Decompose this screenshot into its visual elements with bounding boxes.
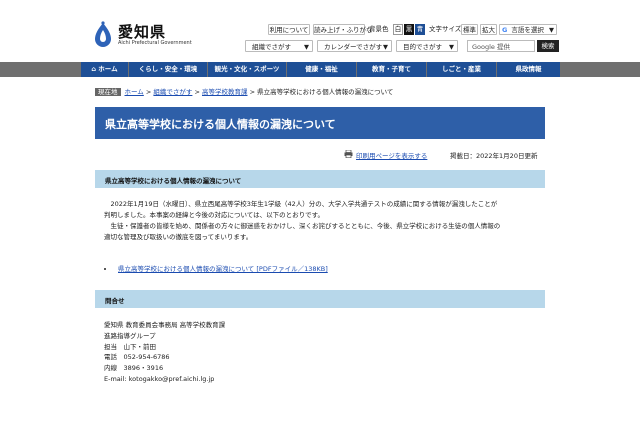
chevron-down-icon: ▼	[304, 43, 309, 51]
page-title: 県立高等学校における個人情報の漏洩について	[105, 118, 336, 131]
pdf-download-link[interactable]: 県立高等学校における個人情報の漏洩について [PDFファイル／138KB]	[118, 265, 328, 273]
section-heading: 県立高等学校における個人情報の漏洩について	[105, 177, 242, 185]
purpose-search-button[interactable]: 目的でさがす ▼	[396, 40, 458, 52]
language-select[interactable]: G 言語を選択 ▼	[499, 24, 557, 35]
google-g-icon: G	[502, 26, 508, 34]
breadcrumb-division-link[interactable]: 高等学校教育課	[202, 88, 248, 96]
contact-heading: 問合せ	[105, 297, 125, 305]
contact-email[interactable]: E-mail: kotogakko@pref.aichi.lg.jp	[104, 374, 225, 385]
chevron-down-icon: ▼	[383, 43, 388, 51]
contact-group: 進路指導グループ	[104, 331, 156, 340]
home-icon: ⌂	[91, 65, 97, 73]
nav-item-health[interactable]: 健康・福祉	[287, 62, 357, 77]
breadcrumb-separator: >	[247, 88, 258, 96]
search-button[interactable]: 検索	[537, 40, 559, 52]
pdf-list-item: 県立高等学校における個人情報の漏洩について [PDFファイル／138KB]	[104, 263, 328, 273]
calendar-search-button[interactable]: カレンダーでさがす ▼	[317, 40, 392, 52]
contact-phone: 電話 052-954-6786	[104, 353, 170, 362]
bullet-icon	[104, 268, 106, 270]
page-title-bar: 県立高等学校における個人情報の漏洩について	[95, 107, 545, 139]
nav-item-home[interactable]: ⌂ ホーム	[81, 62, 129, 77]
bg-white-button[interactable]: 白	[393, 24, 403, 35]
updated-date: 掲載日：2022年1月20日更新	[450, 152, 538, 160]
font-large-button[interactable]: 拡大	[480, 24, 497, 35]
nav-item-label: ホーム	[98, 65, 118, 73]
breadcrumb: 現在地 ホーム > 組織でさがす > 高等学校教育課 > 県立高等学校における個人…	[95, 88, 393, 96]
paragraph-line: 適切な管理及び取扱いの徹底を図ってまいります。	[104, 233, 253, 241]
contact-info: 愛知県 教育委員会事務局 高等学校教育課 進路指導グループ 担当 山下・前田 電…	[104, 320, 225, 385]
font-size-label: 文字サイズ	[429, 25, 462, 33]
nav-item-tourism[interactable]: 観光・文化・スポーツ	[208, 62, 287, 77]
calendar-search-label: カレンダーでさがす	[324, 43, 383, 51]
print-page-link[interactable]: 印刷用ページを表示する	[356, 150, 427, 160]
section-heading-bar: 県立高等学校における個人情報の漏洩について	[95, 170, 545, 188]
breadcrumb-current: 県立高等学校における個人情報の漏洩について	[257, 88, 394, 96]
usage-link[interactable]: 利用について	[268, 24, 310, 35]
purpose-search-label: 目的でさがす	[403, 43, 442, 51]
body-paragraph-2: 生徒・保護者の皆様を始め、関係者の方々に御迷惑をおかけし、深くお詫びするとともに…	[104, 221, 500, 243]
breadcrumb-separator: >	[192, 88, 202, 96]
organization-search-button[interactable]: 組織でさがす ▼	[245, 40, 313, 52]
chevron-down-icon: ▼	[449, 43, 454, 51]
site-header: 愛知県 Aichi Prefectural Government 利用について …	[0, 18, 640, 60]
font-standard-button[interactable]: 標準	[461, 24, 478, 35]
breadcrumb-here-label: 現在地	[95, 88, 121, 96]
page: 愛知県 Aichi Prefectural Government 利用について …	[0, 0, 640, 426]
search-row: 組織でさがす ▼ カレンダーでさがす ▼ 目的でさがす ▼ Google 提供 …	[0, 40, 640, 53]
organization-search-label: 組織でさがす	[252, 43, 291, 51]
paragraph-line: 生徒・保護者の皆様を始め、関係者の方々に御迷惑をおかけし、深くお詫びするとともに…	[104, 222, 501, 230]
global-nav: ⌂ ホーム くらし・安全・環境 観光・文化・スポーツ 健康・福祉 教育・子育て …	[0, 62, 640, 77]
bg-black-button[interactable]: 黒	[404, 24, 414, 35]
breadcrumb-home-link[interactable]: ホーム	[125, 88, 144, 96]
bottom-spacer	[0, 398, 640, 426]
global-nav-inner: ⌂ ホーム くらし・安全・環境 観光・文化・スポーツ 健康・福祉 教育・子育て …	[81, 62, 561, 77]
paragraph-line: 2022年1月19日（水曜日）、県立西尾高等学校3年生1学級（42人）分の、大学…	[104, 200, 498, 208]
site-search-input[interactable]: Google 提供	[467, 40, 535, 52]
contact-heading-bar: 問合せ	[95, 290, 545, 308]
breadcrumb-separator: >	[143, 88, 154, 96]
language-select-label: 言語を選択	[511, 26, 544, 34]
bg-blue-button[interactable]: 青	[415, 24, 425, 35]
nav-item-government[interactable]: 県政情報	[497, 62, 561, 77]
chevron-down-icon: ▼	[549, 26, 554, 34]
nav-item-work[interactable]: しごと・産業	[427, 62, 497, 77]
contact-person: 担当 山下・前田	[104, 342, 156, 351]
breadcrumb-org-link[interactable]: 組織でさがす	[153, 88, 192, 96]
readout-button[interactable]: 読み上げ・ふりがな	[313, 24, 373, 35]
nav-item-education[interactable]: 教育・子育て	[357, 62, 427, 77]
printer-icon[interactable]	[344, 150, 353, 158]
contact-extension: 内線 3896・3916	[104, 364, 164, 373]
body-paragraph-1: 2022年1月19日（水曜日）、県立西尾高等学校3年生1学級（42人）分の、大学…	[104, 199, 497, 221]
contact-org: 愛知県 教育委員会事務局 高等学校教育課	[104, 321, 226, 329]
nav-item-living[interactable]: くらし・安全・環境	[129, 62, 208, 77]
bg-color-label: 背景色	[369, 25, 389, 33]
paragraph-line: 判明しました。本事案の経緯と今後の対応については、以下のとおりです。	[104, 211, 325, 219]
utility-bar: 利用について 読み上げ・ふりがな 背景色 白 黒 青 文字サイズ 標準 拡大 G…	[0, 24, 640, 36]
